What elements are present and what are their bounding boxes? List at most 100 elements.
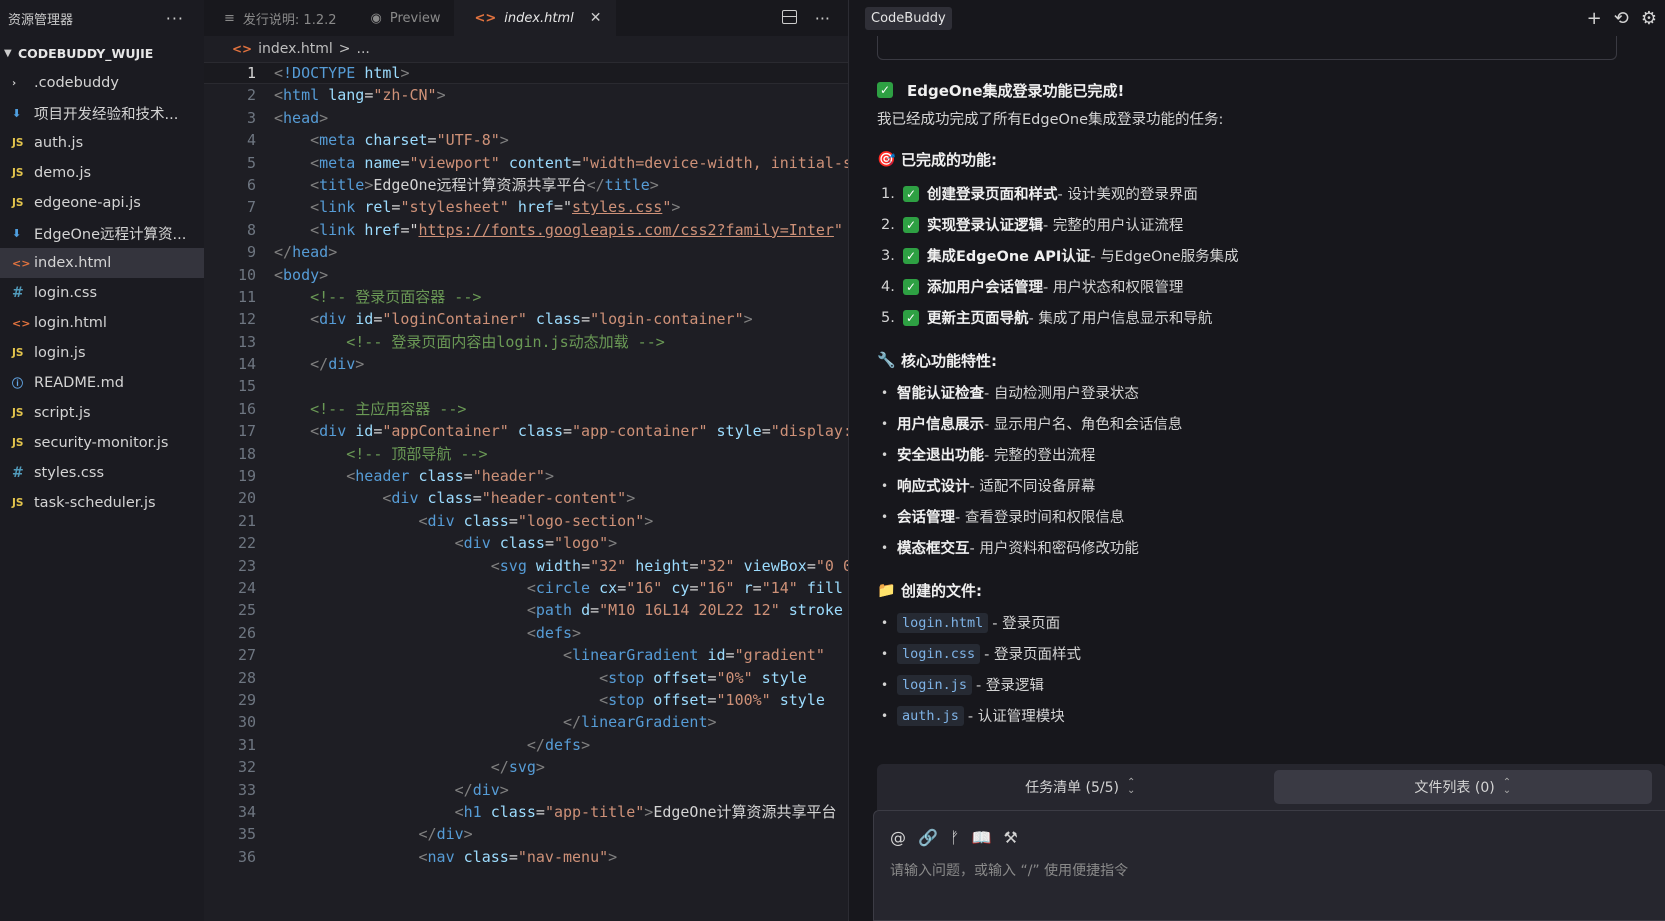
file-item[interactable]: JS login.js [0,338,204,368]
code-token: > [644,802,654,821]
file-list-tab[interactable]: 文件列表 (0) ⌃ ⌄ [1273,770,1652,804]
file-item[interactable]: JS auth.js [0,128,204,158]
code-token: title [604,175,650,194]
file-item[interactable]: JS edgeone-api.js [0,188,204,218]
code-token: stroke [788,601,843,620]
message-intro: 我已经成功完成了所有EdgeOne集成登录功能的任务: [877,111,1224,128]
code-token: =" [553,198,573,217]
workspace-root-label: CODEBUDDY_WUJIE [18,45,154,61]
editor-tab[interactable]: ≡ 发行说明: 1.2.2 [204,0,351,36]
file-item[interactable]: JS security-monitor.js [0,428,204,458]
line-source: </div> [256,779,509,801]
code-token: fill [806,578,843,597]
file-item[interactable]: JS task-scheduler.js [0,488,204,518]
item-description: - 完整的登出流程 [984,448,1096,464]
code-line: 4 <meta charset="UTF-8"> [204,129,848,151]
file-item[interactable]: <> login.html [0,308,204,338]
line-number: 35 [237,825,256,844]
code-token: viewBox [743,556,807,575]
link-icon[interactable]: 🔗 [918,828,938,847]
chat-input[interactable] [890,863,1649,879]
file-item[interactable]: ⬇ EdgeOne远程计算资... [0,218,204,248]
editor-tab-label: Preview [389,10,441,26]
more-actions-icon[interactable]: ··· [815,9,830,28]
file-item[interactable]: ⓘ README.md [0,368,204,398]
line-number: 20 [237,489,256,508]
file-item[interactable]: ⬇ 项目开发经验和技术... [0,98,204,128]
code-token: class [499,534,545,553]
tools-icon[interactable]: ⚒ [1003,828,1017,847]
file-item[interactable]: JS demo.js [0,158,204,188]
code-token: " [833,220,843,239]
editor-tab-label: index.html [504,10,574,26]
chat-title[interactable]: CodeBuddy [865,6,952,30]
code-token: header [355,467,419,486]
code-line: 15 [204,375,848,397]
completed-section-heading: 🎯 已完成的功能: [877,144,1617,174]
code-token: "logo-section" [517,511,645,530]
code-token: link [319,198,365,217]
workspace-root-folder[interactable]: ▼ CODEBUDDY_WUJIE [0,40,204,66]
list-item: 5. ✓ 更新主页面导航 - 集成了用户信息显示和导航 [877,302,1617,333]
file-item[interactable]: # login.css [0,278,204,308]
breadcrumb-symbols[interactable]: ... [357,41,370,57]
code-token: = [364,86,374,105]
file-item[interactable]: › .codebuddy [0,68,204,98]
line-source: <div id="appContainer" class="app-contai… [256,420,848,442]
code-token: "14" [761,578,807,597]
line-source: <stop offset="100%" style [256,689,825,711]
close-icon[interactable]: ✕ [590,10,602,26]
code-line: 2 <html lang="zh-CN"> [204,84,848,106]
split-editor-icon[interactable] [781,9,797,28]
book-icon[interactable]: 📖 [972,828,992,847]
code-token: < [310,198,320,217]
history-icon[interactable]: ⟲ [1614,8,1629,29]
list-item: 1. ✓ 创建登录页面和样式 - 设计美观的登录界面 [877,178,1617,209]
features-list: • 智能认证检查 - 自动检测用户登录状态 • 用户信息展示 - 显示用户名、角色和会… [877,377,1617,563]
item-title: 响应式设计 [897,479,970,495]
js-file-icon: JS [12,497,24,509]
file-code-chip[interactable]: login.js [897,674,973,695]
code-line: 25 <path d="M10 16L14 20L22 12" stroke [204,599,848,621]
file-name: security-monitor.js [34,435,169,451]
code-token: link [319,220,365,239]
code-token: "16" [698,578,744,597]
code-token: stop [608,690,654,709]
settings-gear-icon[interactable]: ⚙ [1641,8,1657,29]
file-item[interactable]: <> index.html [0,248,204,278]
editor-tab[interactable]: <> index.html ✕ [454,0,616,36]
code-token: "header" [472,467,545,486]
code-token: div [391,489,428,508]
more-actions-icon[interactable]: ··· [166,9,184,28]
code-area[interactable]: 1 <!DOCTYPE html> 2 <html lang="zh-CN"> 3 <he… [204,62,848,868]
file-item[interactable]: # styles.css [0,458,204,488]
file-code-chip[interactable]: login.html [897,612,989,633]
mention-icon[interactable]: @ [890,828,906,847]
list-number: 1. [881,185,895,202]
file-code-chip[interactable]: auth.js [897,705,964,726]
code-token: h1 [463,802,491,821]
bullet: • [881,416,889,431]
code-token: = [508,847,518,866]
file-item[interactable]: JS script.js [0,398,204,428]
preview-eye-icon: ◉ [370,10,382,26]
code-token: "16" [626,578,672,597]
file-code-chip[interactable]: login.css [897,643,981,664]
item-title: 安全退出功能 [897,448,984,464]
check-icon: ✓ [903,216,919,233]
file-list-tab-label: 文件列表 (0) [1414,780,1495,796]
line-source: <meta charset="UTF-8"> [256,129,509,151]
editor-tab[interactable]: ◉ Preview [351,0,455,36]
new-chat-icon[interactable]: + [1587,8,1602,29]
figma-icon[interactable]: ᚠ [950,828,960,847]
line-number: 26 [237,623,256,642]
item-description: - 用户资料和密码修改功能 [969,541,1139,557]
breadcrumb-file[interactable]: index.html [258,41,333,57]
code-token: style [716,422,762,441]
line-source: <div class="header-content"> [256,487,635,509]
task-list-tab[interactable]: 任务清单 (5/5) ⌃ ⌄ [891,770,1270,804]
